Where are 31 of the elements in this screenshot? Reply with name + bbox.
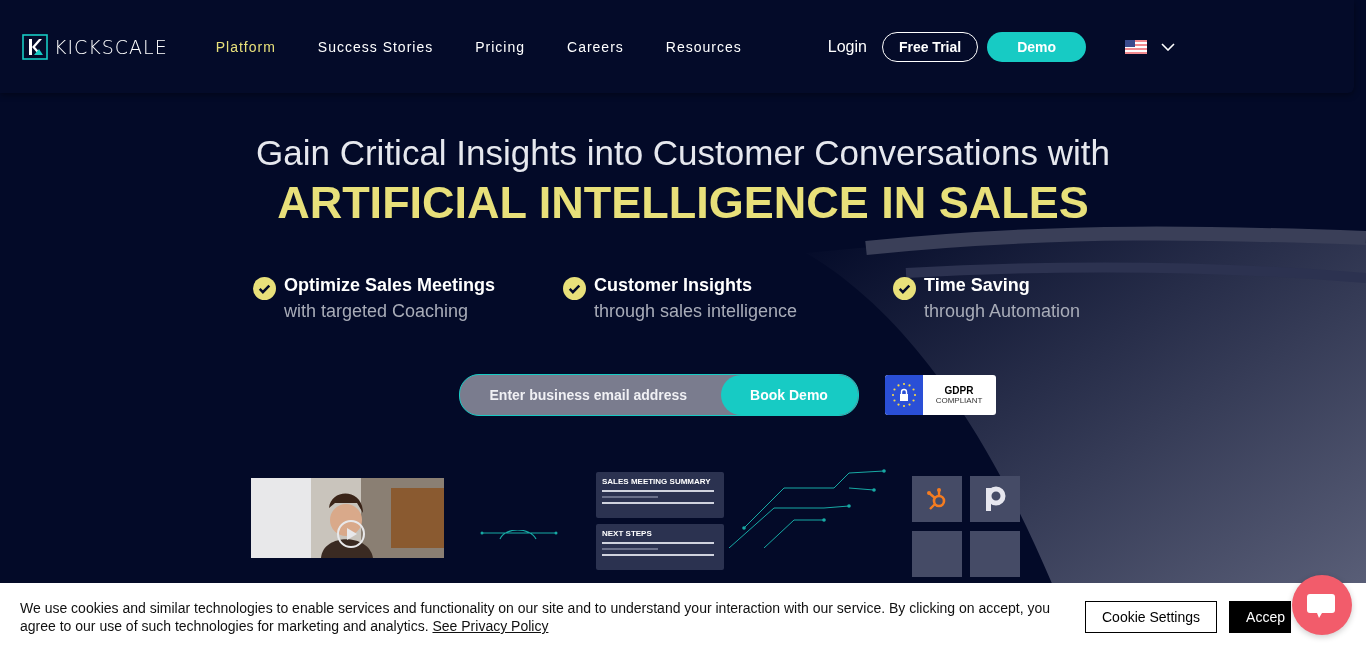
integration-tile [912, 531, 962, 577]
feature-subtitle: through sales intelligence [594, 301, 798, 322]
hero-title: Gain Critical Insights into Customer Conversations with [256, 133, 1110, 173]
check-icon [893, 277, 916, 300]
brand-name: KICKSCALE [54, 35, 168, 58]
cookie-text: We use cookies and similar technologies to enable services and functionality on our site and to understand your interaction with our service. By clicking on accept, you agree to our use of such technologies for marketing and analytics. See Privacy Policy [20, 599, 1052, 635]
nav-link[interactable]: Pricing [475, 38, 525, 55]
badge-title: GDPR [944, 385, 974, 396]
check-icon [563, 277, 586, 300]
flag-icon[interactable] [1125, 39, 1148, 54]
accept-button[interactable]: Accep [1229, 601, 1292, 633]
feature-title: Time Saving [924, 275, 1031, 296]
cookie-settings-button[interactable]: Cookie Settings [1085, 601, 1218, 633]
feature-title: Customer Insights [594, 275, 754, 296]
hero-headline: ARTIFICIAL INTELLIGENCE IN SALES [277, 177, 1089, 229]
badge-subtitle: COMPLIANT [935, 396, 983, 405]
card-title: NEXT STEPS [602, 529, 653, 538]
nav-link[interactable]: Success Stories [317, 38, 434, 55]
card-title: SALES MEETING SUMMARY [602, 477, 712, 486]
privacy-policy-link[interactable]: See Privacy Policy [432, 618, 549, 634]
check-icon [253, 277, 276, 300]
nav-link[interactable]: Careers [567, 38, 624, 55]
feature-subtitle: with targeted Coaching [284, 301, 470, 322]
nav-link[interactable]: Resources [665, 38, 742, 55]
integration-tile [970, 531, 1020, 577]
feature-subtitle: through Automation [924, 301, 1081, 322]
chevron-down-icon[interactable] [1161, 42, 1176, 51]
logo-icon [22, 33, 48, 60]
nav-link[interactable]: Platform [215, 38, 276, 55]
login-link[interactable]: Login [827, 37, 867, 56]
feature-title: Optimize Sales Meetings [284, 275, 496, 296]
